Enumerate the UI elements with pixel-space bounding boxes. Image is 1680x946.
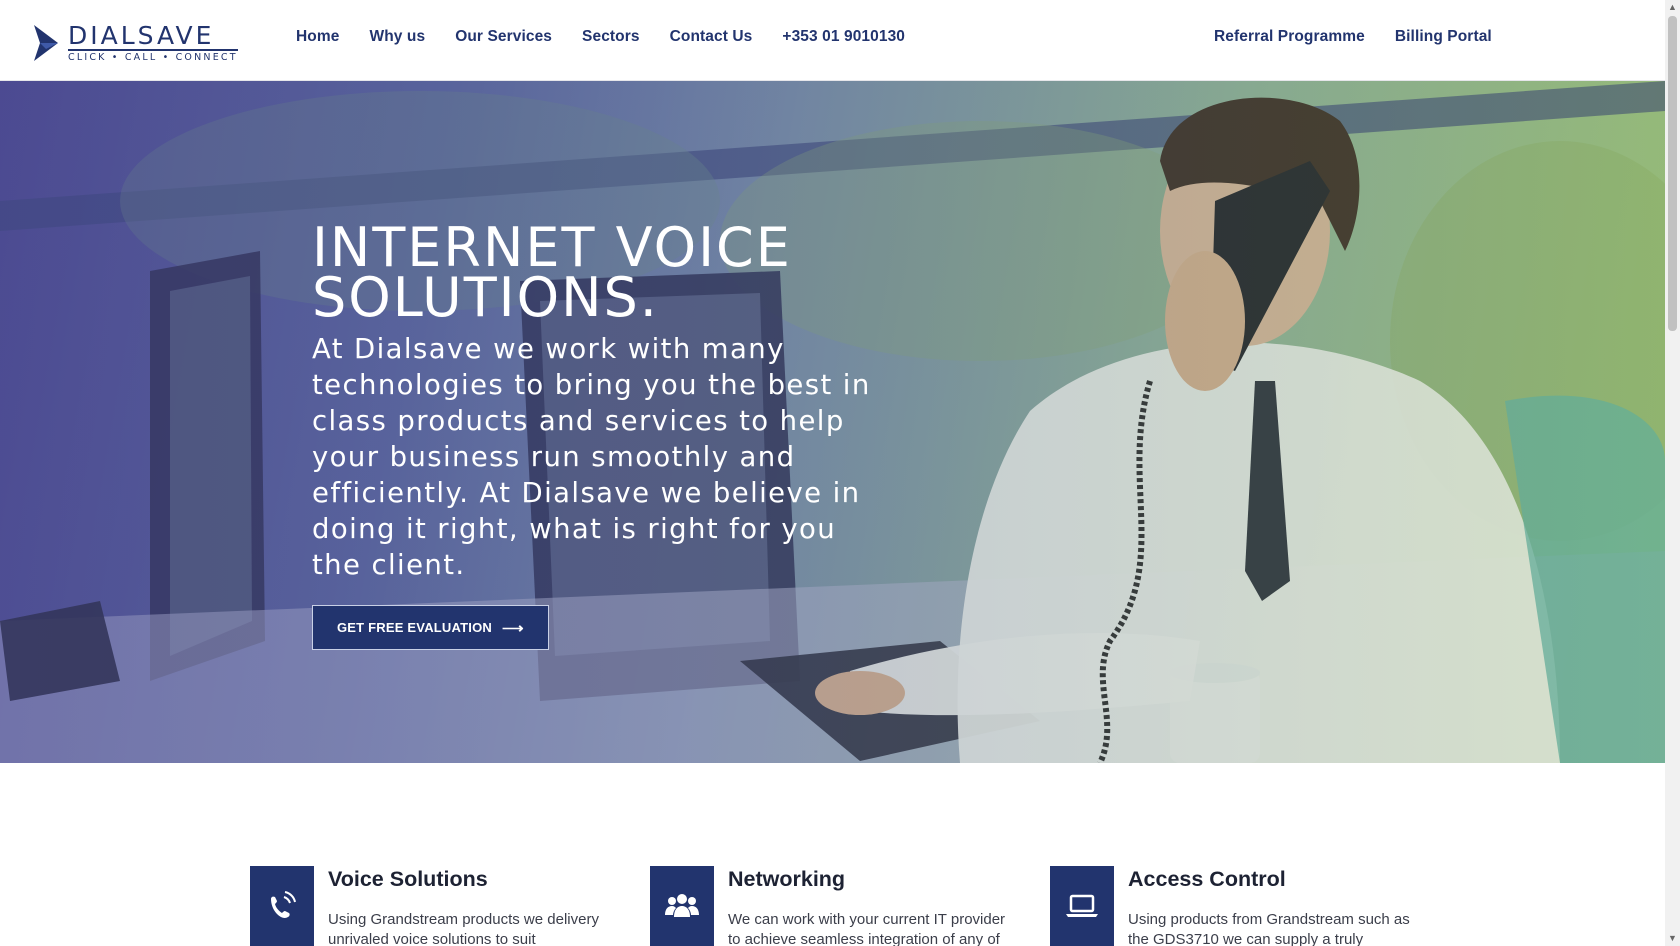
nav-sectors[interactable]: Sectors (582, 28, 640, 46)
feature-text: Using products from Grandstream such as … (1128, 911, 1410, 946)
hero-section: INTERNET VOICE SOLUTIONS. At Dialsave we… (0, 81, 1665, 763)
get-free-evaluation-button[interactable]: GET FREE EVALUATION ⟶ (312, 605, 549, 650)
nav-why-us[interactable]: Why us (369, 28, 425, 46)
main-nav: Home Why us Our Services Sectors Contact… (296, 28, 905, 46)
laptop-icon (1066, 894, 1098, 917)
feature-icon-box (1050, 866, 1114, 946)
nav-referral-programme[interactable]: Referral Programme (1214, 28, 1365, 46)
users-icon (665, 894, 699, 917)
nav-home[interactable]: Home (296, 28, 339, 46)
feature-title: Voice Solutions (328, 867, 488, 891)
feature-icon-box (250, 866, 314, 946)
feature-title: Networking (728, 867, 846, 891)
hero-title: INTERNET VOICE SOLUTIONS. (312, 221, 882, 325)
features-section: Voice Solutions Using Grandstream produc… (250, 866, 1450, 946)
get-free-evaluation-label: GET FREE EVALUATION (337, 620, 492, 635)
phone-icon (271, 891, 296, 918)
feature-title: Access Control (1128, 867, 1286, 891)
secondary-nav: Referral Programme Billing Portal (1214, 28, 1492, 46)
hero-description: At Dialsave we work with many technologi… (312, 333, 871, 581)
feature-networking: Networking We can work with your current… (650, 866, 1030, 946)
site-header: DIALSAVE CLICK • CALL • CONNECT Home Why… (0, 0, 1665, 81)
scroll-up-arrow-icon[interactable]: ▲ (1668, 3, 1677, 12)
scroll-down-arrow-icon[interactable]: ▼ (1668, 934, 1677, 943)
nav-our-services[interactable]: Our Services (455, 28, 552, 46)
nav-billing-portal[interactable]: Billing Portal (1395, 28, 1492, 46)
nav-phone-number[interactable]: +353 01 9010130 (782, 28, 905, 46)
feature-access-control: Access Control Using products from Grand… (1050, 866, 1430, 946)
arrow-right-icon: ⟶ (502, 619, 524, 637)
nav-contact-us[interactable]: Contact Us (670, 28, 753, 46)
feature-icon-box (650, 866, 714, 946)
logo-mark-icon (34, 25, 58, 61)
hero-content: INTERNET VOICE SOLUTIONS. At Dialsave we… (312, 221, 882, 650)
feature-text: Using Grandstream products we delivery u… (328, 911, 599, 946)
page-scrollbar[interactable]: ▲ ▼ (1665, 0, 1680, 946)
logo-name: DIALSAVE (68, 20, 215, 50)
feature-voice-solutions: Voice Solutions Using Grandstream produc… (250, 866, 630, 946)
hero-title-line-2: SOLUTIONS. (312, 266, 659, 329)
feature-text: We can work with your current IT provide… (728, 911, 1006, 946)
dialsave-logo[interactable]: DIALSAVE CLICK • CALL • CONNECT (32, 22, 242, 64)
scroll-thumb[interactable] (1668, 16, 1677, 331)
logo-tagline: CLICK • CALL • CONNECT (68, 48, 238, 64)
